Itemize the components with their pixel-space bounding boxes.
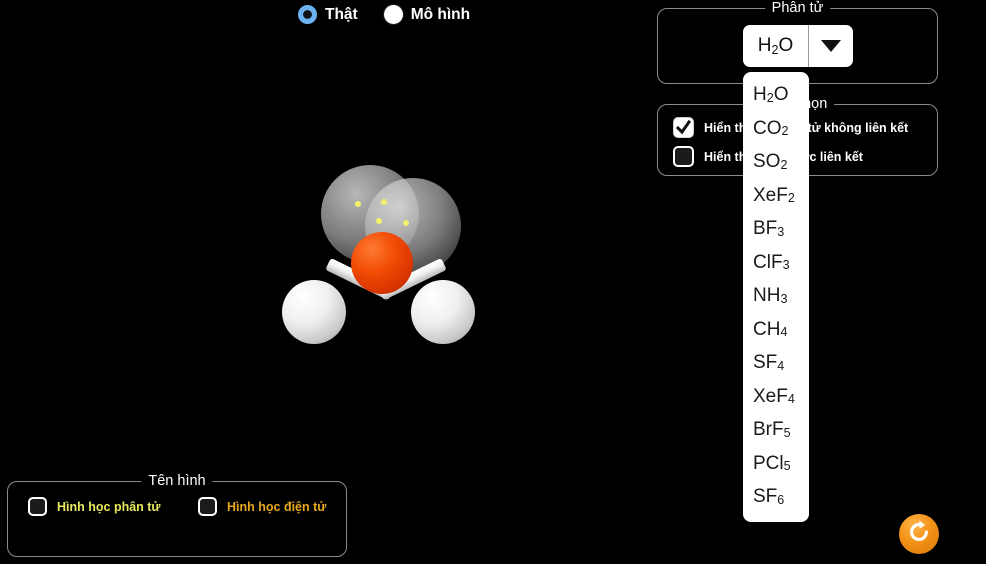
dropdown-item-sub: 2 [766, 90, 774, 105]
dropdown-item-base: SF [753, 486, 778, 508]
dropdown-item[interactable]: XeF 4 [743, 380, 809, 414]
atom-hydrogen-right[interactable] [411, 280, 475, 344]
dropdown-item[interactable]: SF 6 [743, 480, 809, 514]
molecule-formula-base: H [757, 35, 772, 56]
dropdown-item[interactable]: BF 3 [743, 212, 809, 246]
dropdown-item-sub: 6 [777, 492, 785, 507]
checkbox-row-electron-geometry[interactable]: Hình học điện tử [198, 497, 326, 516]
dropdown-item-base: CO [753, 117, 782, 139]
reset-button[interactable] [899, 514, 939, 554]
radio-unselected-icon[interactable] [383, 5, 403, 24]
dropdown-item-sub: 3 [780, 291, 788, 306]
electron-dot [403, 220, 409, 226]
dropdown-item-sub: 2 [780, 157, 788, 172]
checkbox-label-molecular-geometry: Hình học phân tử [57, 499, 161, 514]
dropdown-item-base: CH [753, 318, 781, 340]
dropdown-item-base: PCl [753, 452, 784, 474]
dropdown-item-sub: 5 [783, 459, 791, 474]
checkbox-row-molecular-geometry[interactable]: Hình học phân tử [28, 497, 161, 516]
dropdown-item-base: XeF [753, 385, 788, 407]
checkbox-unchecked-icon[interactable] [198, 497, 217, 516]
dropdown-item-sub: 5 [783, 425, 791, 440]
electron-dot [381, 199, 387, 205]
molecule-formula-sub: 2 [771, 42, 779, 57]
dropdown-item-tail: O [773, 84, 789, 106]
dropdown-item-sub: 2 [781, 124, 789, 139]
simulation-canvas: Thật Mô hình Phân tử H2O chọn Hiển tử kh… [0, 0, 986, 564]
dropdown-item[interactable]: CO 2 [743, 112, 809, 146]
dropdown-item[interactable]: XeF 2 [743, 179, 809, 213]
dropdown-item[interactable]: NH 3 [743, 279, 809, 313]
checkbox-checked-icon[interactable] [673, 117, 694, 138]
molecule-select-value[interactable]: H2O [743, 25, 809, 67]
dropdown-item[interactable]: SF 4 [743, 346, 809, 380]
dropdown-item[interactable]: CH 4 [743, 313, 809, 347]
electron-dot [355, 201, 361, 207]
dropdown-item-sub: 4 [780, 325, 788, 340]
radio-label-model: Mô hình [410, 5, 471, 23]
molecule-viewport[interactable] [255, 150, 505, 370]
radio-option-model[interactable]: Mô hình [383, 5, 471, 24]
view-mode-radio-group: Thật Mô hình [298, 5, 470, 24]
dropdown-item-sub: 4 [787, 392, 795, 407]
molecule-formula-tail: O [778, 35, 794, 56]
dropdown-item[interactable]: PCl 5 [743, 447, 809, 481]
checkbox-unchecked-icon[interactable] [673, 146, 694, 167]
dropdown-item-base: NH [753, 285, 781, 307]
shape-name-panel-body: Hình học phân tử Hình học điện tử [7, 481, 347, 557]
electron-dot [376, 218, 382, 224]
radio-option-real[interactable]: Thật [298, 5, 358, 24]
dropdown-item-sub: 2 [787, 191, 795, 206]
dropdown-item-sub: 3 [777, 224, 785, 239]
molecule-select[interactable]: H2O [743, 25, 853, 67]
shape-name-panel: Tên hình Hình học phân tử Hình học điện … [7, 472, 347, 557]
dropdown-item-base: H [753, 84, 767, 106]
dropdown-item-base: XeF [753, 184, 788, 206]
dropdown-item-base: SF [753, 352, 778, 374]
dropdown-item-base: BrF [753, 419, 784, 441]
chevron-down-icon[interactable] [809, 25, 853, 67]
dropdown-item-base: ClF [753, 251, 783, 273]
dropdown-item-base: BF [753, 218, 778, 240]
dropdown-item[interactable]: BrF 5 [743, 413, 809, 447]
checkbox-unchecked-icon[interactable] [28, 497, 47, 516]
checkbox-label-electron-geometry: Hình học điện tử [227, 499, 327, 514]
radio-selected-icon[interactable] [298, 5, 317, 24]
atom-hydrogen-left[interactable] [282, 280, 346, 344]
dropdown-item[interactable]: H2O [743, 78, 809, 112]
atom-oxygen-center[interactable] [351, 232, 413, 294]
dropdown-item-sub: 4 [777, 358, 785, 373]
radio-label-real: Thật [325, 5, 358, 23]
dropdown-item[interactable]: ClF 3 [743, 246, 809, 280]
refresh-icon [907, 520, 931, 549]
molecule-dropdown-list[interactable]: H2O CO 2 SO 2 XeF 2 BF 3 ClF 3 NH 3 CH 4 SF 4 Xe… [743, 72, 809, 522]
dropdown-item[interactable]: SO 2 [743, 145, 809, 179]
dropdown-item-base: SO [753, 151, 781, 173]
dropdown-item-sub: 3 [782, 258, 790, 273]
